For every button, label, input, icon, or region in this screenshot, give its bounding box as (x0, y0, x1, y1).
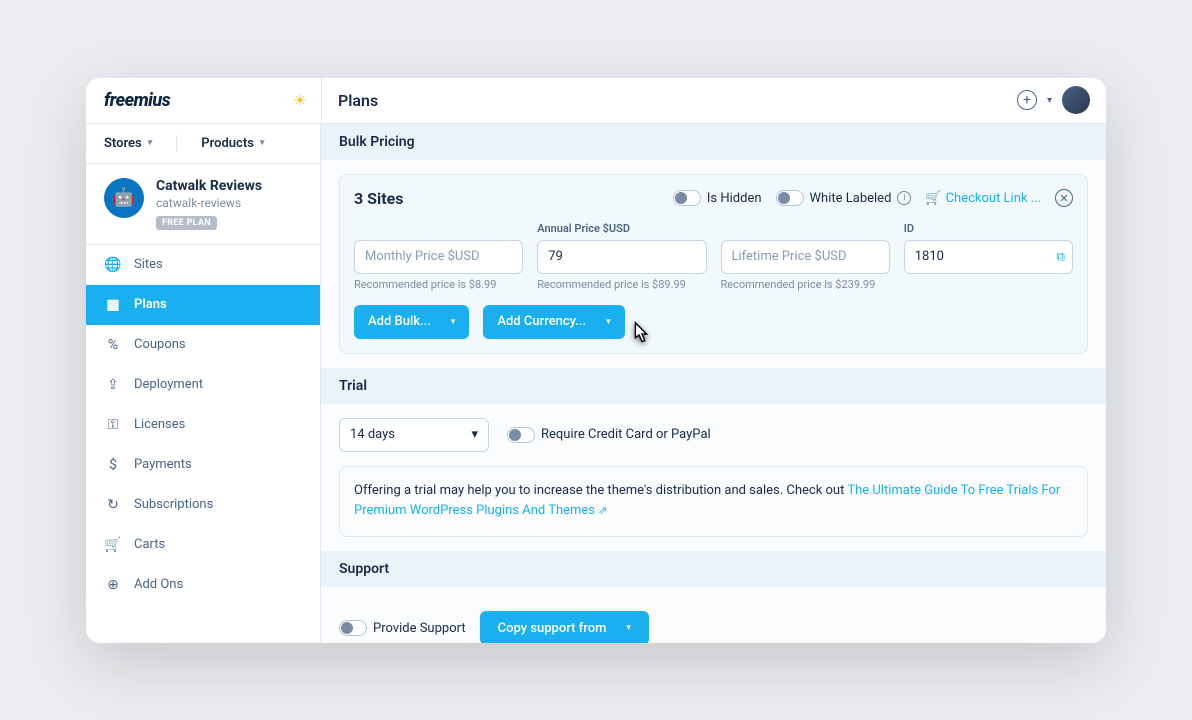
plans-icon: ▦ (104, 297, 122, 313)
support-row: Provide Support Copy support from▾ (339, 611, 1088, 642)
id-label: ID (904, 222, 1073, 236)
divider (176, 135, 177, 151)
coupon-icon: % (104, 337, 122, 353)
theme-toggle-icon[interactable]: ☀ (293, 91, 307, 110)
add-button[interactable]: + (1017, 90, 1037, 110)
tab-products[interactable]: Products▾ (201, 136, 264, 151)
nav-coupons[interactable]: %Coupons (86, 325, 320, 365)
price-row: Recommended price is $8.99 Annual Price … (354, 222, 1073, 291)
payments-icon: $ (104, 457, 122, 473)
brand-logo: freemius (104, 90, 170, 111)
plan-badge: FREE PLAN (156, 216, 217, 230)
trial-section: 14 days▾ Require Credit Card or PayPal O… (321, 404, 1106, 552)
key-icon: ⚿ (104, 417, 122, 433)
monthly-hint: Recommended price is $8.99 (354, 278, 523, 291)
require-cc-toggle-wrap: Require Credit Card or PayPal (507, 427, 711, 443)
copy-icon[interactable]: ⧉ (1056, 249, 1065, 264)
body: Stores▾ Products▾ 🤖 Catwalk Reviews catw… (86, 124, 1106, 643)
product-info: Catwalk Reviews catwalk-reviews FREE PLA… (156, 178, 262, 230)
info-icon[interactable]: i (897, 191, 911, 205)
annual-hint: Recommended price is $89.99 (537, 278, 706, 291)
is-hidden-toggle[interactable] (673, 190, 701, 206)
white-labeled-toggle[interactable] (776, 190, 804, 206)
add-bulk-button[interactable]: Add Bulk...▾ (354, 305, 469, 339)
nav-deployment[interactable]: ⇪Deployment (86, 365, 320, 405)
sidebar: Stores▾ Products▾ 🤖 Catwalk Reviews catw… (86, 124, 321, 643)
id-field-wrap: ID ⧉ (904, 222, 1073, 291)
pricing-head: 3 Sites Is Hidden White Labeled i 🛒 Chec… (354, 189, 1073, 208)
annual-price-field: Annual Price $USD Recommended price is $… (537, 222, 706, 291)
bulk-pricing-header: Bulk Pricing (321, 124, 1106, 160)
support-header: Support (321, 551, 1106, 587)
chevron-down-icon[interactable]: ▾ (1047, 95, 1052, 106)
monthly-price-input[interactable] (354, 240, 523, 274)
add-currency-button[interactable]: Add Currency...▾ (483, 305, 624, 339)
copy-support-button[interactable]: Copy support from▾ (480, 611, 649, 642)
white-labeled-label: White Labeled (810, 191, 892, 206)
caret-icon: ▾ (471, 427, 478, 442)
provide-support-label: Provide Support (373, 621, 466, 636)
product-avatar: 🤖 (104, 178, 144, 218)
external-link-icon: ⇗ (598, 504, 607, 517)
id-input[interactable] (904, 240, 1073, 274)
trial-period-select[interactable]: 14 days▾ (339, 418, 489, 452)
is-hidden-toggle-wrap: Is Hidden (673, 190, 762, 206)
button-row: Add Bulk...▾ Add Currency...▾ (354, 305, 1073, 339)
nav-plans[interactable]: ▦Plans (86, 285, 320, 325)
nav-carts[interactable]: 🛒Carts (86, 525, 320, 565)
pricing-card: 3 Sites Is Hidden White Labeled i 🛒 Chec… (339, 174, 1088, 354)
white-labeled-toggle-wrap: White Labeled i (776, 190, 912, 206)
provide-support-toggle[interactable] (339, 620, 367, 636)
product-slug: catwalk-reviews (156, 196, 262, 210)
nav-payments[interactable]: $Payments (86, 445, 320, 485)
lifetime-price-field: Recommended price is $239.99 (721, 222, 890, 291)
nav-addons[interactable]: ⊕Add Ons (86, 565, 320, 605)
checkout-link[interactable]: 🛒 Checkout Link ... (925, 191, 1041, 206)
nav-licenses[interactable]: ⚿Licenses (86, 405, 320, 445)
product-name: Catwalk Reviews (156, 178, 262, 194)
is-hidden-label: Is Hidden (707, 191, 762, 206)
require-cc-label: Require Credit Card or PayPal (541, 427, 711, 442)
logo-area: freemius ☀ (86, 90, 321, 111)
pricing-title: 3 Sites (354, 189, 659, 208)
cart-icon: 🛒 (925, 191, 941, 206)
caret-icon: ▾ (626, 623, 631, 633)
close-button[interactable]: ✕ (1055, 189, 1073, 207)
globe-icon: 🌐 (104, 257, 122, 273)
nav: 🌐Sites ▦Plans %Coupons ⇪Deployment ⚿Lice… (86, 245, 320, 643)
nav-subscriptions[interactable]: ↻Subscriptions (86, 485, 320, 525)
deployment-icon: ⇪ (104, 377, 122, 393)
provide-support-toggle-wrap: Provide Support (339, 620, 466, 636)
subscriptions-icon: ↻ (104, 497, 122, 513)
app-window: freemius ☀ Plans + ▾ Stores▾ Products▾ 🤖… (86, 78, 1106, 643)
main-content: Bulk Pricing 3 Sites Is Hidden White Lab… (321, 124, 1106, 643)
user-avatar[interactable] (1062, 86, 1090, 114)
product-box: 🤖 Catwalk Reviews catwalk-reviews FREE P… (86, 164, 320, 245)
tab-stores[interactable]: Stores▾ (104, 136, 152, 151)
page-title: Plans (321, 78, 1017, 123)
lifetime-hint: Recommended price is $239.99 (721, 278, 890, 291)
trial-row: 14 days▾ Require Credit Card or PayPal (339, 418, 1088, 452)
support-section: Provide Support Copy support from▾ (321, 587, 1106, 642)
cursor-indicator (626, 319, 656, 349)
side-tabs: Stores▾ Products▾ (86, 124, 320, 164)
annual-label: Annual Price $USD (537, 222, 706, 236)
trial-header: Trial (321, 368, 1106, 404)
topbar: freemius ☀ Plans + ▾ (86, 78, 1106, 124)
annual-price-input[interactable] (537, 240, 706, 274)
trial-info-box: Offering a trial may help you to increas… (339, 466, 1088, 538)
lifetime-price-input[interactable] (721, 240, 890, 274)
require-cc-toggle[interactable] (507, 427, 535, 443)
caret-icon: ▾ (606, 317, 611, 327)
addons-icon: ⊕ (104, 577, 122, 593)
caret-icon: ▾ (451, 317, 456, 327)
nav-sites[interactable]: 🌐Sites (86, 245, 320, 285)
cart-icon: 🛒 (104, 537, 122, 553)
topbar-actions: + ▾ (1017, 86, 1106, 114)
monthly-price-field: Recommended price is $8.99 (354, 222, 523, 291)
